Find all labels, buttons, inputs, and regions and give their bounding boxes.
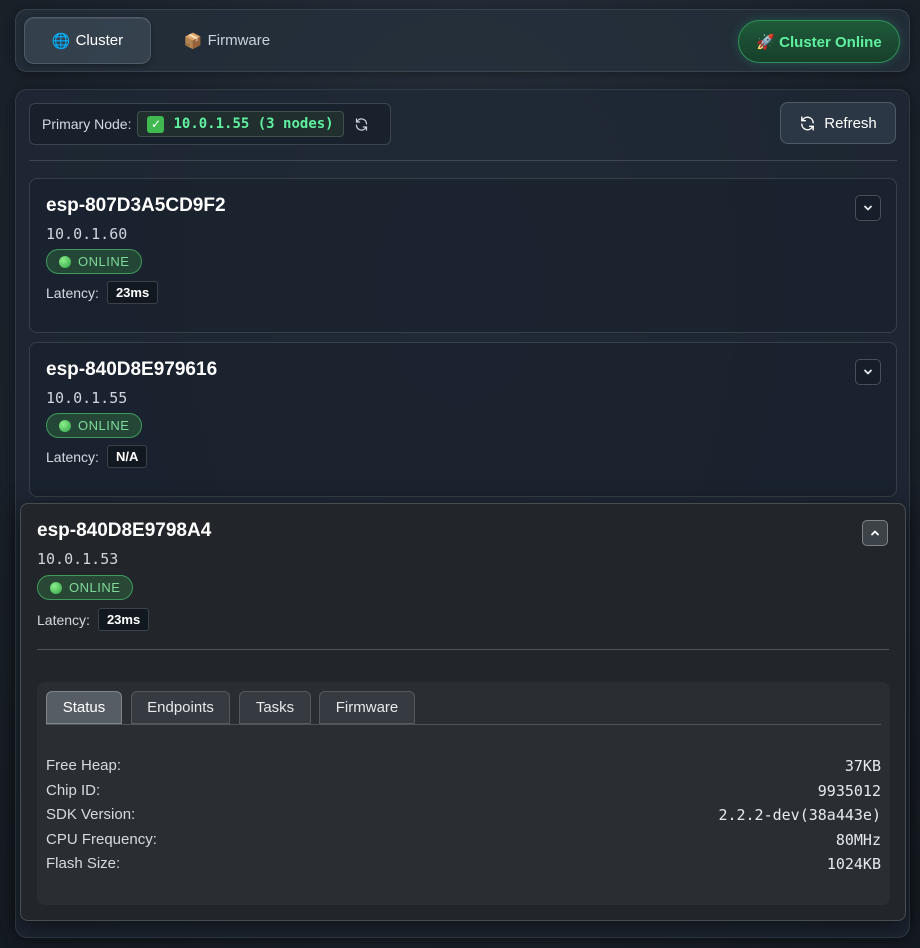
node-ip: 10.0.1.53 [37, 550, 119, 568]
node-ip: 10.0.1.55 [46, 389, 128, 407]
online-dot-icon [59, 419, 71, 432]
status-value: 37KB [844, 757, 881, 775]
cluster-status-badge: 🚀 Cluster Online [738, 20, 900, 63]
node-name: esp-840D8E9798A4 [37, 520, 212, 541]
details-divider [37, 649, 889, 650]
node-name: esp-807D3A5CD9F2 [46, 195, 226, 216]
latency-label: Latency: [37, 611, 90, 628]
tab-endpoints[interactable]: Endpoints [131, 691, 230, 724]
status-text: ONLINE [78, 418, 130, 433]
node-details-panel: Status Endpoints Tasks Firmware Free Hea… [37, 682, 890, 905]
status-value: 1024KB [826, 855, 881, 873]
cluster-panel: Primary Node: ✓ 10.0.1.55 (3 nodes) Refr… [15, 89, 910, 938]
globe-icon: 🌐 [51, 32, 71, 50]
refresh-button[interactable]: Refresh [780, 102, 896, 144]
top-nav: 🌐 Cluster 📦 Firmware 🚀 Cluster Online [15, 9, 910, 72]
status-badge: ONLINE [37, 575, 134, 600]
tab-firmware-details[interactable]: Firmware [319, 691, 415, 724]
latency-value: 23ms [97, 608, 150, 631]
node-card[interactable]: esp-840D8E979616 10.0.1.55 ONLINE Latenc… [29, 342, 897, 497]
status-row: Flash Size: 1024KB [46, 855, 881, 873]
node-card[interactable]: esp-807D3A5CD9F2 10.0.1.60 ONLINE Latenc… [29, 178, 897, 333]
header-divider [29, 160, 897, 161]
chevron-down-icon [864, 205, 872, 211]
node-ip: 10.0.1.60 [46, 225, 128, 243]
status-text: ONLINE [69, 580, 121, 595]
package-icon: 📦 [183, 32, 203, 50]
online-dot-icon [59, 255, 71, 268]
latency-row: Latency: 23ms [46, 281, 159, 304]
collapse-button[interactable] [862, 520, 888, 546]
primary-node-box: Primary Node: ✓ 10.0.1.55 (3 nodes) [29, 103, 391, 145]
status-value: 9935012 [817, 782, 881, 800]
expand-button[interactable] [855, 195, 881, 221]
status-badge: ONLINE [46, 249, 143, 274]
status-key: Flash Size: [46, 855, 121, 872]
latency-row: Latency: N/A [46, 445, 148, 468]
status-row: CPU Frequency: 80MHz [46, 831, 881, 849]
primary-node-value: ✓ 10.0.1.55 (3 nodes) [137, 111, 344, 137]
chevron-down-icon [864, 369, 872, 375]
status-badge: ONLINE [46, 413, 143, 438]
status-key: SDK Version: [46, 806, 136, 823]
tab-firmware[interactable]: 📦 Firmware [166, 17, 288, 64]
status-row: Chip ID: 9935012 [46, 782, 881, 800]
tab-status[interactable]: Status [46, 691, 122, 724]
primary-node-label: Primary Node: [42, 116, 132, 132]
primary-refresh-icon[interactable] [354, 116, 370, 132]
latency-label: Latency: [46, 284, 99, 301]
status-row: Free Heap: 37KB [46, 757, 881, 775]
status-row: SDK Version: 2.2.2-dev(38a443e) [46, 806, 881, 824]
status-value: 80MHz [835, 831, 881, 849]
status-key: CPU Frequency: [46, 831, 157, 848]
tab-firmware-label: Firmware [207, 32, 271, 49]
latency-row: Latency: 23ms [37, 608, 150, 631]
status-key: Free Heap: [46, 757, 122, 774]
online-dot-icon [50, 581, 62, 594]
tab-cluster[interactable]: 🌐 Cluster [24, 17, 151, 64]
check-icon: ✓ [147, 115, 165, 133]
expand-button[interactable] [855, 359, 881, 385]
tab-tasks[interactable]: Tasks [239, 691, 311, 724]
latency-value: 23ms [106, 281, 159, 304]
status-value: 2.2.2-dev(38a443e) [718, 806, 881, 824]
refresh-button-label: Refresh [824, 114, 877, 132]
latency-value: N/A [106, 445, 148, 468]
node-name: esp-840D8E979616 [46, 359, 218, 380]
refresh-icon [801, 115, 815, 131]
chevron-up-icon [871, 530, 879, 536]
node-card-expanded[interactable]: esp-840D8E9798A4 10.0.1.53 ONLINE Latenc… [20, 503, 906, 921]
primary-node-text: 10.0.1.55 (3 nodes) [173, 116, 334, 132]
tab-cluster-label: Cluster [75, 32, 124, 49]
status-text: ONLINE [78, 254, 130, 269]
latency-label: Latency: [46, 448, 99, 465]
tab-underline [46, 724, 881, 725]
status-key: Chip ID: [46, 782, 101, 799]
